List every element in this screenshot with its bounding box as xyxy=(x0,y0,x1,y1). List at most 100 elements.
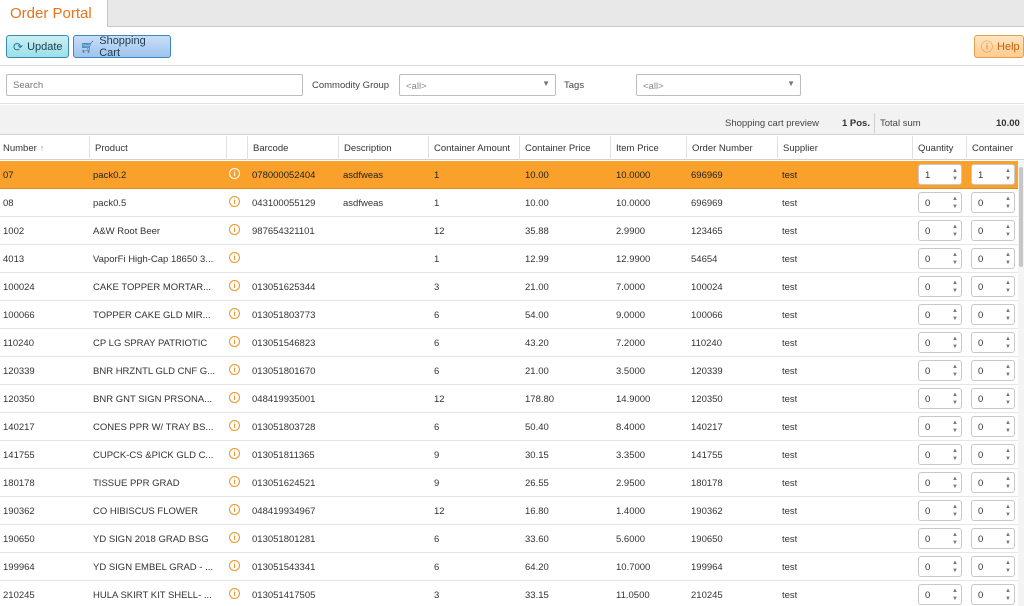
quantity-stepper[interactable]: 0 ▲ ▼ xyxy=(918,248,962,269)
commodity-group-select[interactable]: <all> ▼ xyxy=(399,74,556,96)
container-stepper[interactable]: 0 ▲ ▼ xyxy=(971,528,1015,549)
stepper-up-icon[interactable]: ▲ xyxy=(1005,196,1011,202)
table-row[interactable]: 140217 CONES PPR W/ TRAY BS... 01305180372… xyxy=(0,413,1024,441)
stepper-down-icon[interactable]: ▼ xyxy=(1005,288,1011,294)
column-container[interactable]: Container xyxy=(966,136,1018,160)
container-stepper[interactable]: 0 ▲ ▼ xyxy=(971,192,1015,213)
stepper-up-icon[interactable]: ▲ xyxy=(952,224,958,230)
stepper-up-icon[interactable]: ▲ xyxy=(1005,224,1011,230)
table-row[interactable]: 100024 CAKE TOPPER MORTAR... 013051625344 3… xyxy=(0,273,1024,301)
stepper-down-icon[interactable]: ▼ xyxy=(952,260,958,266)
stepper-down-icon[interactable]: ▼ xyxy=(1005,400,1011,406)
quantity-stepper[interactable]: 0 ▲ ▼ xyxy=(918,416,962,437)
stepper-up-icon[interactable]: ▲ xyxy=(952,308,958,314)
table-row[interactable]: 07 pack0.2 078000052404 asdfweas 1 10.00 10.00… xyxy=(0,161,1024,189)
tab-order-portal[interactable]: Order Portal xyxy=(0,0,108,28)
column-quantity[interactable]: Quantity xyxy=(912,136,966,160)
info-icon[interactable]: i xyxy=(229,224,240,235)
container-stepper[interactable]: 0 ▲ ▼ xyxy=(971,220,1015,241)
container-stepper[interactable]: 0 ▲ ▼ xyxy=(971,304,1015,325)
container-stepper[interactable]: 0 ▲ ▼ xyxy=(971,500,1015,521)
column-item-price[interactable]: Item Price xyxy=(610,136,686,160)
stepper-up-icon[interactable]: ▲ xyxy=(952,168,958,174)
container-stepper[interactable]: 0 ▲ ▼ xyxy=(971,248,1015,269)
quantity-stepper[interactable]: 0 ▲ ▼ xyxy=(918,444,962,465)
column-container-amount[interactable]: Container Amount xyxy=(428,136,519,160)
stepper-down-icon[interactable]: ▼ xyxy=(952,176,958,182)
quantity-stepper[interactable]: 0 ▲ ▼ xyxy=(918,220,962,241)
stepper-down-icon[interactable]: ▼ xyxy=(1005,428,1011,434)
info-icon[interactable]: i xyxy=(229,280,240,291)
container-stepper[interactable]: 0 ▲ ▼ xyxy=(971,584,1015,605)
stepper-down-icon[interactable]: ▼ xyxy=(952,232,958,238)
stepper-up-icon[interactable]: ▲ xyxy=(952,532,958,538)
stepper-up-icon[interactable]: ▲ xyxy=(1005,168,1011,174)
info-icon[interactable]: i xyxy=(229,392,240,403)
stepper-down-icon[interactable]: ▼ xyxy=(952,400,958,406)
stepper-up-icon[interactable]: ▲ xyxy=(952,448,958,454)
container-stepper[interactable]: 0 ▲ ▼ xyxy=(971,556,1015,577)
stepper-down-icon[interactable]: ▼ xyxy=(1005,316,1011,322)
stepper-down-icon[interactable]: ▼ xyxy=(1005,568,1011,574)
stepper-up-icon[interactable]: ▲ xyxy=(1005,476,1011,482)
info-icon[interactable]: i xyxy=(229,252,240,263)
stepper-down-icon[interactable]: ▼ xyxy=(952,596,958,602)
container-stepper[interactable]: 0 ▲ ▼ xyxy=(971,332,1015,353)
stepper-up-icon[interactable]: ▲ xyxy=(952,476,958,482)
quantity-stepper[interactable]: 1 ▲ ▼ xyxy=(918,164,962,185)
table-row[interactable]: 110240 CP LG SPRAY PATRIOTIC 013051546823 6… xyxy=(0,329,1024,357)
quantity-stepper[interactable]: 0 ▲ ▼ xyxy=(918,192,962,213)
stepper-up-icon[interactable]: ▲ xyxy=(952,196,958,202)
table-scrollbar[interactable] xyxy=(1018,161,1024,606)
column-product[interactable]: Product xyxy=(89,136,226,160)
table-row[interactable]: 199964 YD SIGN EMBEL GRAD - ... 0130515433… xyxy=(0,553,1024,581)
column-order-number[interactable]: Order Number xyxy=(686,136,777,160)
stepper-down-icon[interactable]: ▼ xyxy=(952,288,958,294)
stepper-up-icon[interactable]: ▲ xyxy=(1005,560,1011,566)
stepper-up-icon[interactable]: ▲ xyxy=(952,336,958,342)
quantity-stepper[interactable]: 0 ▲ ▼ xyxy=(918,388,962,409)
stepper-down-icon[interactable]: ▼ xyxy=(952,316,958,322)
stepper-up-icon[interactable]: ▲ xyxy=(952,280,958,286)
quantity-stepper[interactable]: 0 ▲ ▼ xyxy=(918,276,962,297)
stepper-up-icon[interactable]: ▲ xyxy=(1005,308,1011,314)
stepper-down-icon[interactable]: ▼ xyxy=(952,204,958,210)
stepper-down-icon[interactable]: ▼ xyxy=(952,372,958,378)
stepper-down-icon[interactable]: ▼ xyxy=(952,484,958,490)
stepper-down-icon[interactable]: ▼ xyxy=(952,456,958,462)
search-input[interactable] xyxy=(6,74,303,96)
stepper-up-icon[interactable]: ▲ xyxy=(1005,252,1011,258)
column-barcode[interactable]: Barcode xyxy=(247,136,338,160)
stepper-down-icon[interactable]: ▼ xyxy=(1005,344,1011,350)
stepper-down-icon[interactable]: ▼ xyxy=(1005,372,1011,378)
stepper-up-icon[interactable]: ▲ xyxy=(1005,336,1011,342)
help-button[interactable]: ⓘ Help xyxy=(974,35,1024,58)
stepper-up-icon[interactable]: ▲ xyxy=(1005,364,1011,370)
container-stepper[interactable]: 0 ▲ ▼ xyxy=(971,416,1015,437)
stepper-up-icon[interactable]: ▲ xyxy=(1005,448,1011,454)
info-icon[interactable]: i xyxy=(229,476,240,487)
column-number[interactable]: Number ↑ xyxy=(0,136,89,160)
shopping-cart-button[interactable]: 🛒︎ Shopping Cart xyxy=(73,35,171,59)
info-icon[interactable]: i xyxy=(229,588,240,599)
stepper-up-icon[interactable]: ▲ xyxy=(1005,420,1011,426)
info-icon[interactable]: i xyxy=(229,420,240,431)
stepper-down-icon[interactable]: ▼ xyxy=(952,428,958,434)
stepper-up-icon[interactable]: ▲ xyxy=(952,588,958,594)
info-icon[interactable]: i xyxy=(229,336,240,347)
info-icon[interactable]: i xyxy=(229,560,240,571)
info-icon[interactable]: i xyxy=(229,532,240,543)
quantity-stepper[interactable]: 0 ▲ ▼ xyxy=(918,304,962,325)
stepper-down-icon[interactable]: ▼ xyxy=(1005,484,1011,490)
quantity-stepper[interactable]: 0 ▲ ▼ xyxy=(918,500,962,521)
stepper-up-icon[interactable]: ▲ xyxy=(1005,532,1011,538)
column-description[interactable]: Description xyxy=(338,136,428,160)
tags-select[interactable]: <all> ▼ xyxy=(636,74,801,96)
quantity-stepper[interactable]: 0 ▲ ▼ xyxy=(918,332,962,353)
container-stepper[interactable]: 0 ▲ ▼ xyxy=(971,388,1015,409)
stepper-down-icon[interactable]: ▼ xyxy=(952,512,958,518)
stepper-up-icon[interactable]: ▲ xyxy=(952,420,958,426)
stepper-down-icon[interactable]: ▼ xyxy=(1005,512,1011,518)
stepper-up-icon[interactable]: ▲ xyxy=(952,364,958,370)
column-supplier[interactable]: Supplier xyxy=(777,136,912,160)
